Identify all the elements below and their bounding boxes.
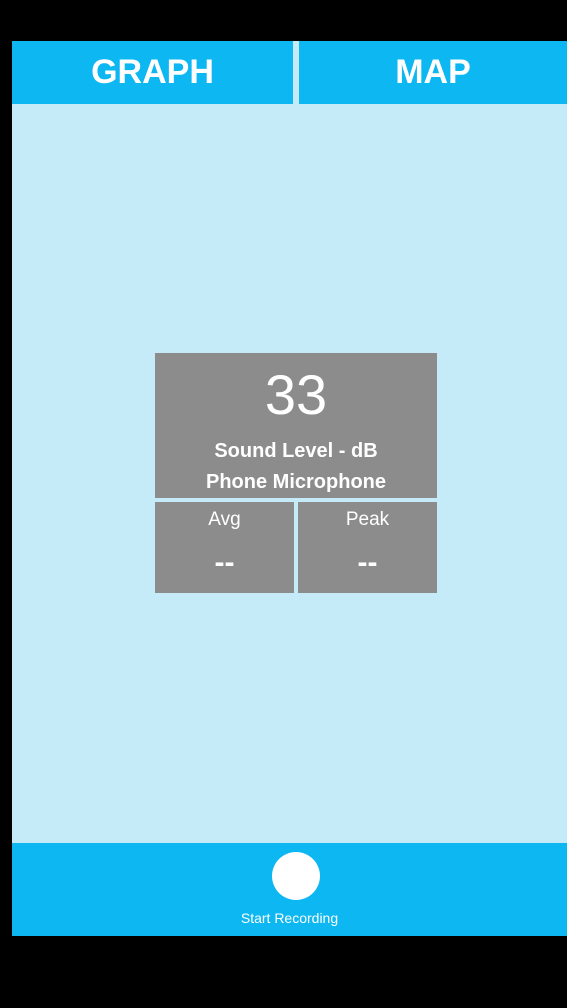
peak-label: Peak [345,509,390,530]
app-screen: GRAPH MAP 33 Sound Level - dB Phone Micr… [12,0,567,1008]
sound-level-display: 33 Sound Level - dB Phone Microphone [155,353,437,498]
avg-value: -- [214,546,235,579]
microphone-source-label: Phone Microphone [206,471,386,493]
recording-bar: Start Recording [12,843,567,936]
peak-value: -- [357,546,378,579]
sound-meter-panel: 33 Sound Level - dB Phone Microphone Avg… [155,353,437,594]
status-bar [12,0,567,41]
sound-level-value: 33 [264,363,328,426]
start-recording-button[interactable] [272,852,320,900]
sound-level-unit-label: Sound Level - dB [214,440,378,462]
navigation-bar [12,936,567,1008]
start-recording-label: Start Recording [240,910,339,926]
tab-bar: GRAPH MAP [12,41,567,104]
tab-map[interactable]: MAP [299,41,567,104]
main-content: 33 Sound Level - dB Phone Microphone Avg… [12,104,567,843]
avg-label: Avg [208,509,241,530]
avg-stat: Avg -- [155,502,294,593]
tab-graph[interactable]: GRAPH [12,41,293,104]
peak-stat: Peak -- [298,502,437,593]
